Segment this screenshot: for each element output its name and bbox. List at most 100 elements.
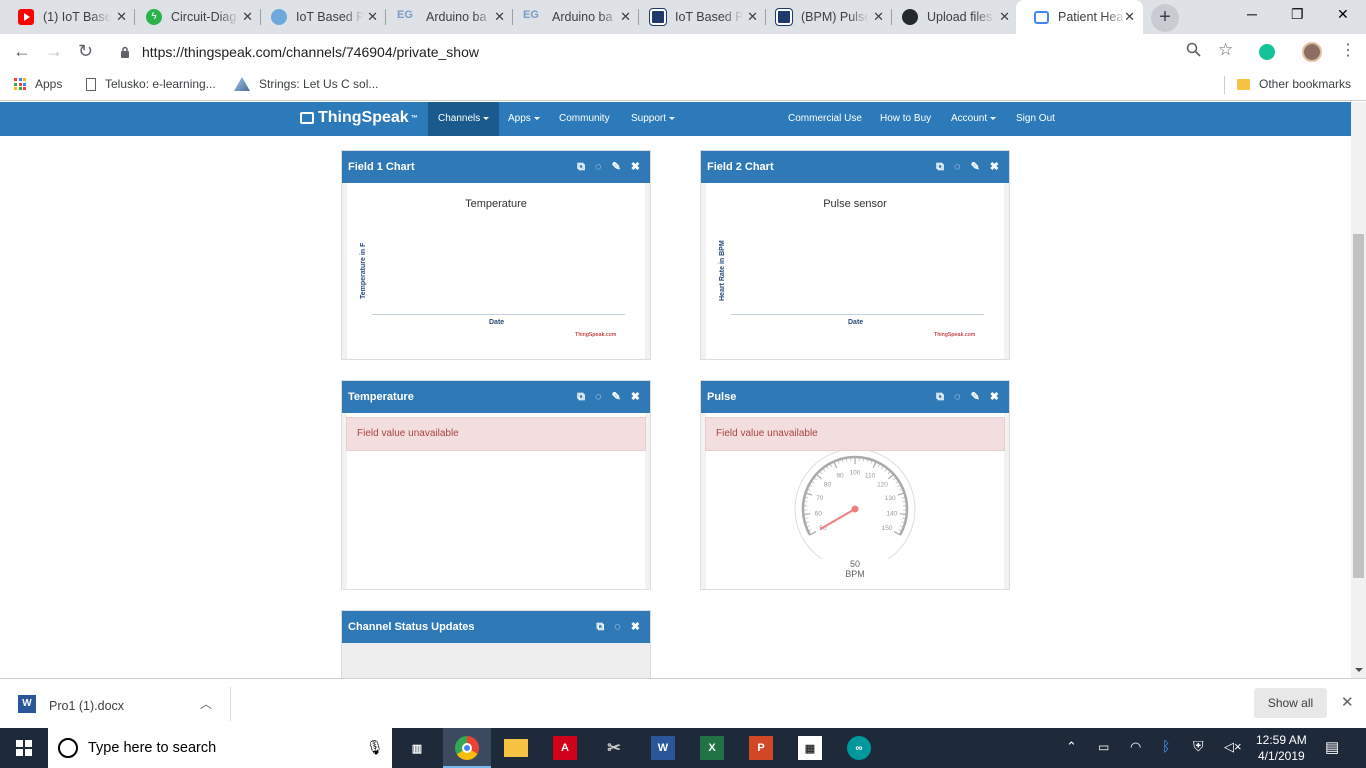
volume-icon[interactable]: ◁× — [1224, 739, 1242, 755]
arduino-icon[interactable]: ∞ — [847, 736, 871, 760]
youtube-icon — [18, 9, 34, 25]
minimize-icon[interactable]: ─ — [1247, 6, 1257, 22]
windows-start-icon[interactable] — [12, 736, 36, 760]
bookmark-item[interactable]: Telusko: e-learning... — [86, 77, 216, 91]
scrollbar-thumb[interactable] — [1353, 234, 1364, 578]
bluetooth-icon[interactable]: ᛒ — [1162, 738, 1170, 754]
browser-tab[interactable]: EG Arduino ba ✕ — [505, 0, 639, 34]
close-icon[interactable]: ✖ — [631, 151, 640, 183]
taskbar-search-box[interactable]: Type here to search 🎙 — [48, 728, 392, 768]
forward-icon[interactable]: → — [45, 41, 63, 62]
pencil-icon[interactable]: ✎ — [612, 151, 621, 183]
close-tab-icon[interactable]: ✕ — [367, 9, 378, 25]
browser-tab[interactable]: EG Arduino ba ✕ — [379, 0, 513, 34]
bookmark-star-icon[interactable]: ☆ — [1218, 40, 1233, 60]
back-icon[interactable]: ← — [13, 41, 31, 62]
nav-support[interactable]: Support — [631, 102, 675, 136]
browser-tab[interactable]: IoT Based P ✕ — [632, 0, 766, 34]
close-tab-icon[interactable]: ✕ — [747, 9, 758, 25]
comment-icon[interactable]: ◌ — [595, 151, 602, 183]
clock[interactable]: 12:59 AM 4/1/2019 — [1256, 732, 1307, 764]
battery-icon[interactable]: ▭ — [1098, 740, 1109, 754]
external-link-icon[interactable]: ⧉ — [936, 381, 944, 413]
comment-icon[interactable]: ◌ — [595, 381, 602, 413]
menu-icon[interactable]: ⋮ — [1340, 40, 1356, 60]
pencil-icon[interactable]: ✎ — [612, 381, 621, 413]
pencil-icon[interactable]: ✎ — [971, 381, 980, 413]
browser-tab-active[interactable]: Patient Hea ✕ — [1016, 0, 1143, 34]
acrobat-icon[interactable]: A — [553, 736, 577, 760]
status-updates-area — [342, 643, 650, 678]
close-icon[interactable]: ✖ — [990, 151, 999, 183]
external-link-icon[interactable]: ⧉ — [596, 611, 604, 643]
close-tab-icon[interactable]: ✕ — [999, 9, 1010, 25]
browser-tab[interactable]: ϟ Circuit-Diag ✕ — [128, 0, 261, 34]
close-icon[interactable]: ✖ — [990, 381, 999, 413]
calculator-icon[interactable]: ▦ — [798, 736, 822, 760]
microphone-icon[interactable]: 🎙 — [366, 739, 384, 756]
close-tab-icon[interactable]: ✕ — [494, 9, 505, 25]
gauge-tick-label: 150 — [882, 525, 893, 532]
chevron-up-icon[interactable]: ︿ — [200, 695, 212, 712]
chevron-up-icon[interactable]: ⌃ — [1066, 739, 1077, 755]
external-link-icon[interactable]: ⧉ — [577, 151, 585, 183]
x-axis-label: Date — [848, 319, 864, 326]
snipping-tool-icon[interactable]: ✂ — [602, 736, 626, 760]
new-tab-button[interactable]: + — [1151, 4, 1179, 32]
nav-community[interactable]: Community — [559, 102, 610, 136]
task-view-icon[interactable]: ▥ — [405, 736, 429, 760]
chart-credit[interactable]: ThingSpeak.com — [934, 332, 975, 338]
chrome-icon[interactable] — [455, 736, 479, 760]
browser-tab[interactable]: Upload files ✕ — [884, 0, 1018, 34]
external-link-icon[interactable]: ⧉ — [936, 151, 944, 183]
bookmark-label: Other bookmarks — [1259, 77, 1352, 91]
close-tab-icon[interactable]: ✕ — [1124, 9, 1135, 25]
page-scrollbar[interactable] — [1351, 102, 1366, 678]
comment-icon[interactable]: ◌ — [954, 381, 961, 413]
download-filename[interactable]: Pro1 (1).docx — [49, 699, 124, 713]
scroll-down-arrow[interactable] — [1355, 668, 1363, 672]
show-all-button[interactable]: Show all — [1254, 688, 1327, 718]
nav-apps[interactable]: Apps — [508, 102, 540, 136]
nav-commercial-use[interactable]: Commercial Use — [788, 102, 862, 136]
close-tab-icon[interactable]: ✕ — [620, 9, 631, 25]
pencil-icon[interactable]: ✎ — [971, 151, 980, 183]
close-tab-icon[interactable]: ✕ — [116, 9, 127, 25]
thingspeak-logo[interactable]: ThingSpeak ™ — [300, 109, 418, 127]
external-link-icon[interactable]: ⧉ — [577, 381, 585, 413]
close-icon[interactable]: ✖ — [631, 611, 640, 643]
notifications-icon[interactable]: ▤ — [1325, 738, 1339, 756]
other-bookmarks[interactable]: Other bookmarks — [1237, 77, 1351, 91]
defender-icon[interactable]: ⛨ — [1193, 738, 1204, 755]
reload-icon[interactable]: ↻ — [78, 41, 93, 62]
lock-icon — [120, 46, 130, 58]
grammarly-icon[interactable] — [1259, 44, 1275, 60]
address-bar[interactable]: https://thingspeak.com/channels/746904/p… — [112, 38, 1252, 66]
close-tab-icon[interactable]: ✕ — [242, 9, 253, 25]
close-tab-icon[interactable]: ✕ — [873, 9, 884, 25]
file-explorer-icon[interactable] — [504, 739, 528, 757]
comment-icon[interactable]: ◌ — [614, 611, 621, 643]
browser-tab[interactable]: (1) IoT Base ✕ — [0, 0, 135, 34]
nav-sign-out[interactable]: Sign Out — [1016, 102, 1055, 136]
close-icon[interactable]: ✖ — [631, 381, 640, 413]
comment-icon[interactable]: ◌ — [954, 151, 961, 183]
close-shelf-icon[interactable]: ✕ — [1341, 693, 1354, 711]
zoom-icon[interactable] — [1186, 42, 1201, 61]
browser-tab[interactable]: IoT Based P ✕ — [253, 0, 386, 34]
avatar[interactable] — [1302, 42, 1322, 62]
bookmark-apps[interactable]: Apps — [14, 77, 62, 91]
nav-channels[interactable]: Channels — [428, 102, 500, 136]
nav-account[interactable]: Account — [951, 102, 996, 136]
y-axis-label: Temperature in F — [360, 242, 367, 299]
close-window-icon[interactable]: ✕ — [1337, 6, 1349, 23]
word-icon[interactable]: W — [651, 736, 675, 760]
powerpoint-icon[interactable]: P — [749, 736, 773, 760]
chart-credit[interactable]: ThingSpeak.com — [575, 332, 616, 338]
restore-icon[interactable]: ❐ — [1291, 6, 1304, 23]
wifi-icon[interactable]: ◠ — [1130, 739, 1141, 755]
browser-tab[interactable]: (BPM) Pulse ✕ — [758, 0, 892, 34]
nav-how-to-buy[interactable]: How to Buy — [880, 102, 931, 136]
bookmark-item[interactable]: Strings: Let Us C sol... — [234, 77, 378, 91]
excel-icon[interactable]: X — [700, 736, 724, 760]
